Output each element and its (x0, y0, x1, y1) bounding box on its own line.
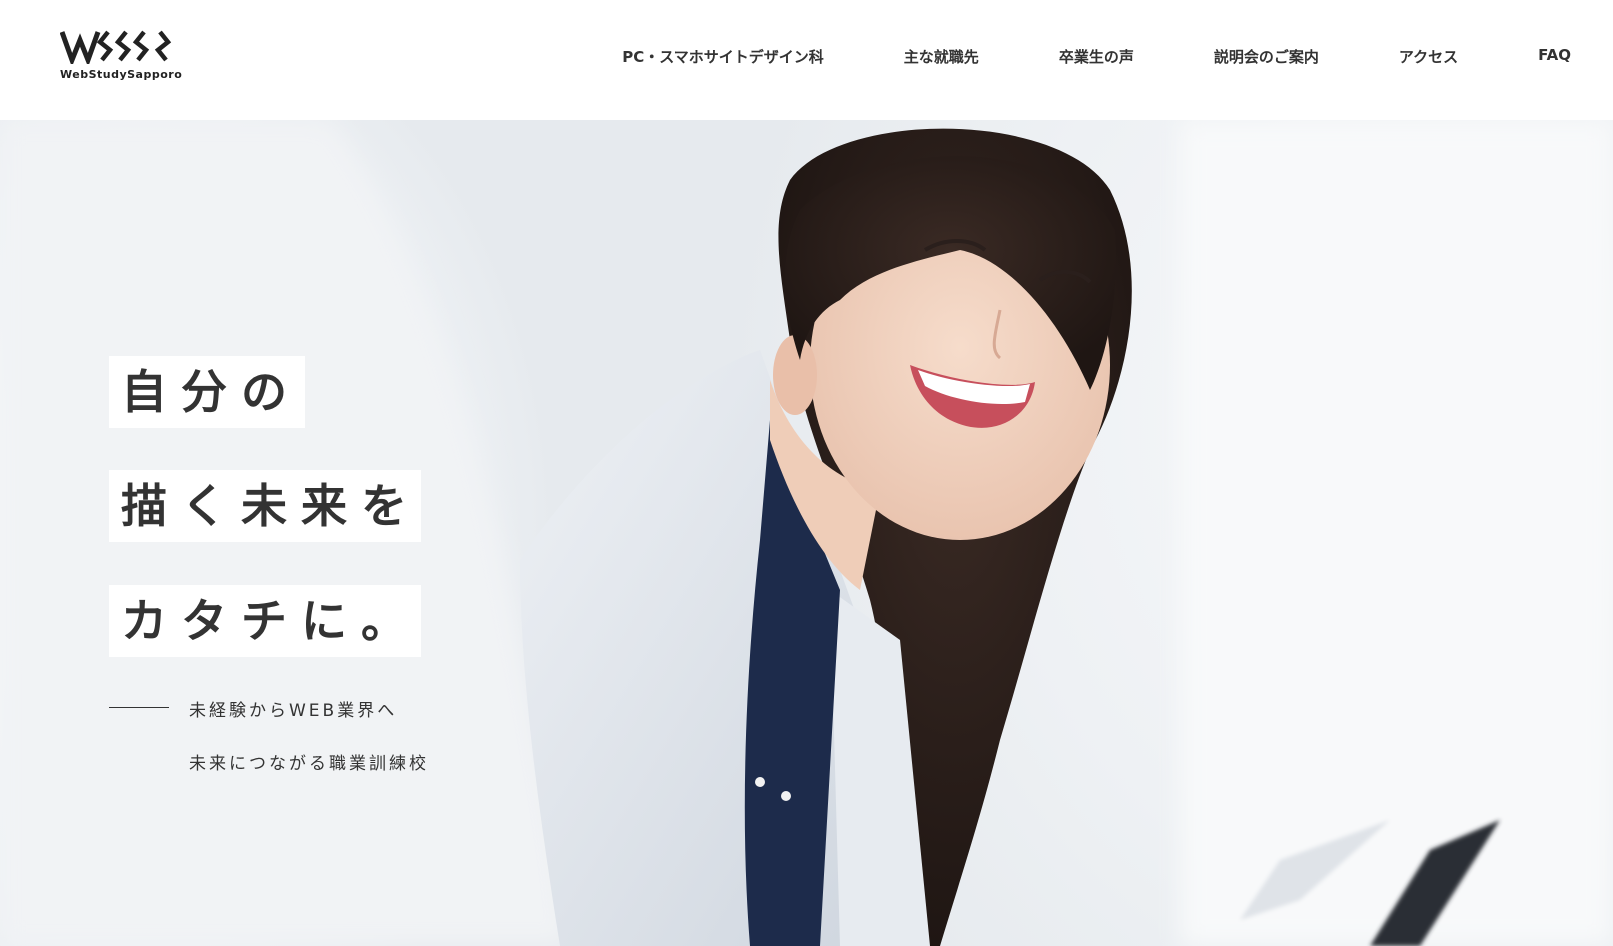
nav-item-faq[interactable]: FAQ (1538, 46, 1571, 67)
hero-section: 自分の 描く未来を カタチに。 未経験からWEB業界へ 未来につながる職業訓練校 (0, 120, 1613, 946)
catch-copy-line-2: 描く未来を (109, 470, 421, 542)
nav-item-design-course[interactable]: PC・スマホサイトデザイン科 (622, 46, 824, 67)
nav-item-testimonials[interactable]: 卒業生の声 (1059, 46, 1134, 67)
catch-copy-line-1: 自分の (109, 356, 305, 428)
global-nav: PC・スマホサイトデザイン科 主な就職先 卒業生の声 説明会のご案内 アクセス … (622, 46, 1571, 67)
subcopy-divider (109, 707, 169, 708)
subcopy-line-1: 未経験からWEB業界へ (189, 701, 398, 721)
wss-logo-icon (60, 30, 172, 64)
subcopy-line-2: 未来につながる職業訓練校 (189, 754, 429, 774)
nav-item-access[interactable]: アクセス (1399, 46, 1458, 67)
brand-tagline-line (60, 83, 178, 85)
brand-name: WebStudySapporo (60, 68, 183, 81)
nav-item-info-session[interactable]: 説明会のご案内 (1214, 46, 1319, 67)
nav-item-employers[interactable]: 主な就職先 (904, 46, 979, 67)
site-logo[interactable]: WebStudySapporo (60, 28, 190, 90)
catch-copy-line-3: カタチに。 (109, 585, 421, 657)
site-header: WebStudySapporo PC・スマホサイトデザイン科 主な就職先 卒業生… (0, 0, 1613, 120)
